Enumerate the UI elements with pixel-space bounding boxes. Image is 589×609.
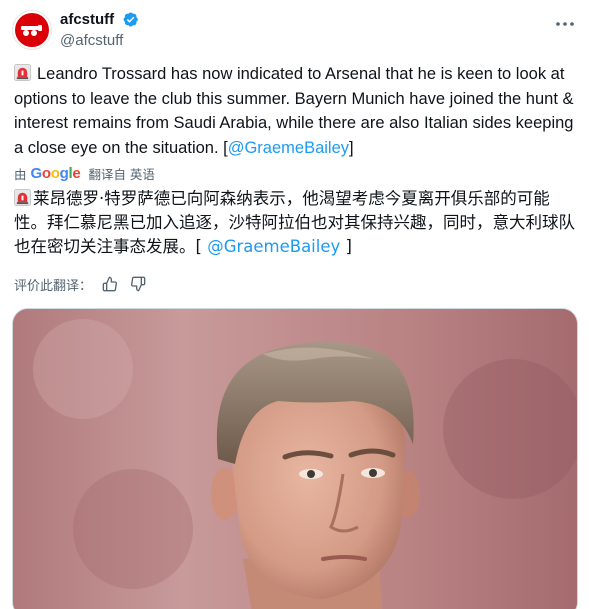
- translated-from-label[interactable]: 翻译自 英语: [88, 164, 154, 183]
- siren-emoji-icon: [14, 64, 31, 81]
- siren-emoji-icon: [14, 189, 31, 206]
- tweet-body-end: ]: [349, 138, 354, 157]
- more-horizontal-icon[interactable]: [555, 14, 575, 34]
- thumbs-down-icon[interactable]: [128, 274, 148, 294]
- translation-attribution: 由 Google 翻译自 英语: [14, 164, 155, 183]
- mention-link[interactable]: @GraemeBailey: [207, 237, 340, 256]
- author-display-name[interactable]: afcstuff: [60, 11, 114, 28]
- tweet-text: Leandro Trossard has now indicated to Ar…: [14, 62, 579, 160]
- mention-link[interactable]: @GraemeBailey: [228, 139, 349, 157]
- translated-by-label: 由: [14, 166, 27, 182]
- tweet-media-photo[interactable]: [12, 308, 578, 609]
- thumbs-up-icon[interactable]: [100, 274, 120, 294]
- author-handle[interactable]: @afcstuff: [60, 32, 123, 49]
- avatar[interactable]: [12, 10, 52, 50]
- translated-text: 莱昂德罗·特罗萨德已向阿森纳表示，他渴望考虑今夏离开俱乐部的可能性。拜仁慕尼黑已…: [14, 187, 579, 259]
- rate-translation: 评价此翻译：: [14, 274, 148, 294]
- player-photo: [13, 309, 577, 609]
- translated-body-end: ]: [340, 237, 352, 256]
- verified-badge-icon: [123, 12, 138, 27]
- tweet-card: afcstuff @afcstuff Leandro Trossard has …: [0, 0, 589, 609]
- google-logo-icon: Google: [30, 164, 81, 182]
- rate-translation-label: 评价此翻译：: [14, 278, 93, 294]
- arsenal-cannon-logo-icon: [15, 13, 49, 47]
